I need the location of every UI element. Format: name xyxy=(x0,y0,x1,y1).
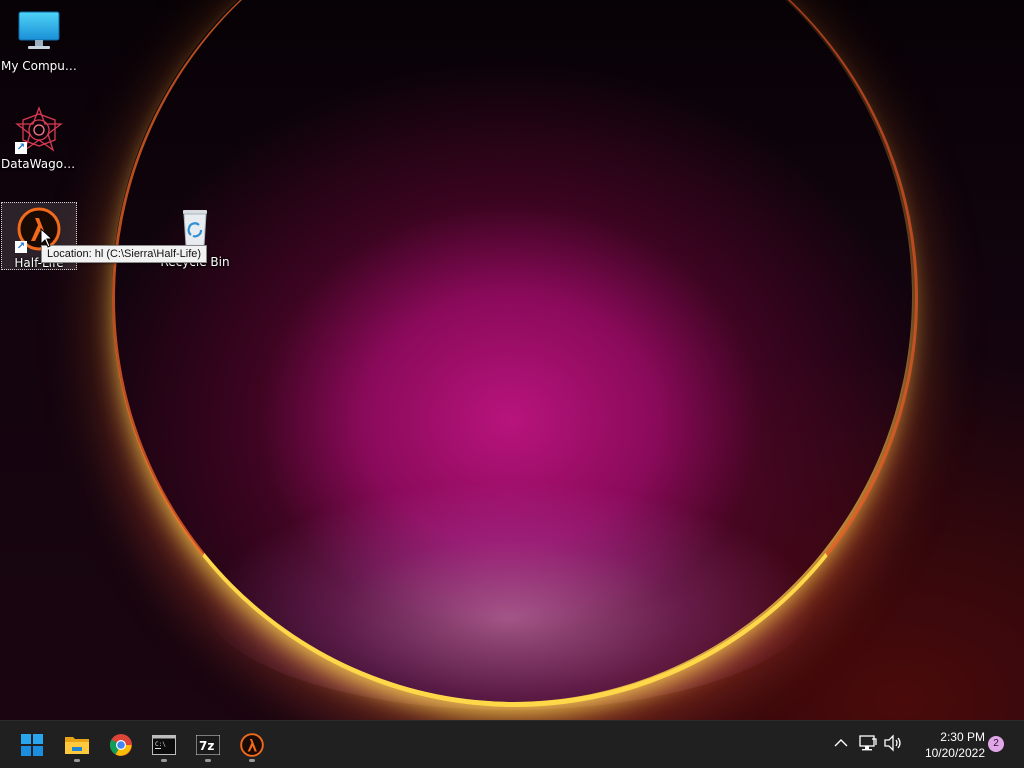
mouse-cursor-icon xyxy=(40,228,54,248)
half-life-lambda-icon xyxy=(240,733,264,757)
datawagon-icon: ↗ xyxy=(15,106,63,154)
volume-icon xyxy=(884,734,901,752)
network-icon xyxy=(859,735,877,751)
network-button[interactable] xyxy=(856,731,880,755)
running-indicator xyxy=(161,759,167,762)
running-indicator xyxy=(249,759,255,762)
desktop-icon-my-computer[interactable]: My Computer xyxy=(1,8,77,73)
windows-start-icon xyxy=(21,734,43,756)
running-indicator xyxy=(74,759,80,762)
desktop-icon-label: DataWagon... xyxy=(1,157,77,171)
svg-text:7z: 7z xyxy=(199,739,214,753)
taskbar-clock[interactable]: 2:30 PM 10/20/2022 xyxy=(905,729,985,761)
clock-time: 2:30 PM xyxy=(940,730,985,744)
icon-tooltip: Location: hl (C:\Sierra\Half-Life) xyxy=(41,245,208,263)
desktop-wallpaper[interactable]: My Computer ↗ DataWagon... ↗ Half-Life B… xyxy=(0,0,1024,720)
volume-button[interactable] xyxy=(881,731,905,755)
taskbar-command-prompt[interactable]: C:\ xyxy=(144,725,184,765)
chevron-up-icon xyxy=(834,739,848,747)
taskbar: C:\ 7z 2:30 PM 10/20/2022 xyxy=(0,720,1024,768)
taskbar-half-life[interactable] xyxy=(232,725,272,765)
desktop-icon-datawagon[interactable]: ↗ DataWagon... xyxy=(1,106,77,171)
taskbar-chrome[interactable] xyxy=(101,725,141,765)
start-button[interactable] xyxy=(12,725,52,765)
shortcut-arrow-icon: ↗ xyxy=(15,142,27,154)
desktop-icon-label: My Computer xyxy=(1,59,77,73)
taskbar-7zip[interactable]: 7z xyxy=(188,725,228,765)
7zip-icon: 7z xyxy=(196,735,220,755)
chrome-icon xyxy=(109,734,132,756)
shortcut-arrow-icon: ↗ xyxy=(15,241,27,253)
clock-date: 10/20/2022 xyxy=(924,746,985,760)
terminal-icon: C:\ xyxy=(152,735,176,755)
monitor-icon xyxy=(15,8,63,56)
running-indicator xyxy=(205,759,211,762)
folder-icon xyxy=(65,737,89,754)
wallpaper-bloom-outer xyxy=(112,0,912,702)
taskbar-file-explorer[interactable] xyxy=(57,725,97,765)
show-hidden-icons-button[interactable] xyxy=(829,731,853,755)
svg-text:C:\: C:\ xyxy=(155,741,166,748)
notification-badge[interactable]: 2 xyxy=(988,736,1004,752)
wallpaper-bloom-glow xyxy=(200,480,820,710)
wallpaper-bloom-ring xyxy=(112,0,918,707)
